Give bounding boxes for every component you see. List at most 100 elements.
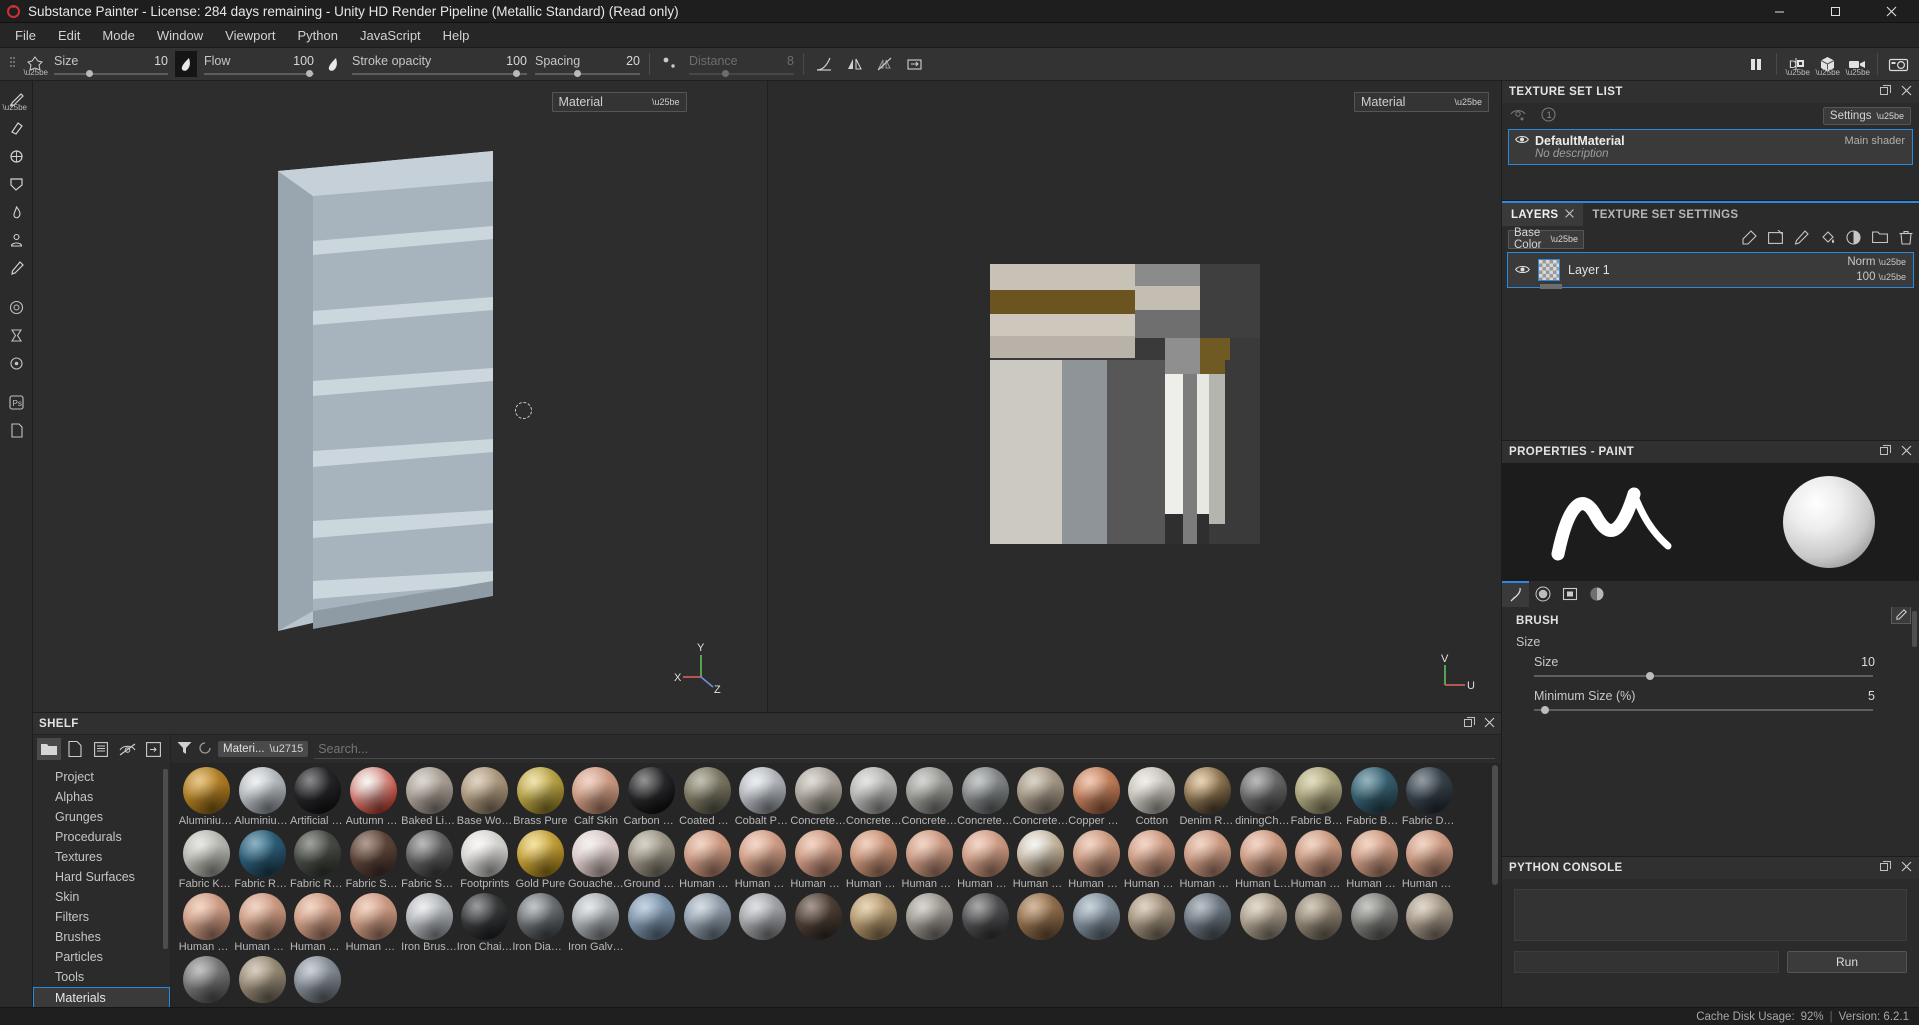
material-item[interactable]: Human Bell... <box>735 830 791 890</box>
material-item[interactable] <box>1235 893 1291 953</box>
material-item[interactable]: Human For... <box>1068 830 1124 890</box>
shelf-search-input[interactable] <box>314 739 1495 759</box>
material-item[interactable] <box>679 893 735 953</box>
material-item[interactable] <box>791 893 847 953</box>
material-item[interactable]: Fabric Knitt... <box>179 830 235 890</box>
shelf-close-icon[interactable] <box>1484 717 1495 731</box>
add-paint-layer-icon[interactable] <box>1794 230 1809 248</box>
material-item[interactable] <box>1069 893 1125 953</box>
add-fill-layer-icon[interactable] <box>1768 229 1783 248</box>
material-item[interactable]: Iron Diamo... <box>512 893 568 953</box>
layer-visibility-icon[interactable] <box>1515 263 1530 278</box>
symmetry-disabled-icon[interactable] <box>869 50 899 78</box>
brush-size-row[interactable]: Size 10 <box>1534 607 1911 680</box>
material-item[interactable]: Human Eye... <box>902 830 958 890</box>
layer-thumbnail[interactable] <box>1538 259 1560 281</box>
layer-row[interactable]: Layer 1 Norm \u25be 100 \u25be <box>1507 252 1914 289</box>
category-skin[interactable]: Skin <box>33 887 170 907</box>
material-item[interactable]: Autumn Leaf <box>346 767 402 827</box>
viewport-3d[interactable]: Material \u25be Y X Z <box>33 81 767 712</box>
material-item[interactable]: Fabric Suit ... <box>401 830 457 890</box>
tool-smudge-icon[interactable] <box>3 199 29 225</box>
tool-geometry-fill-icon[interactable] <box>3 171 29 197</box>
material-item[interactable]: Human Ch... <box>846 830 902 890</box>
menu-help[interactable]: Help <box>432 25 481 46</box>
material-item[interactable] <box>1180 893 1236 953</box>
viewport-cube-icon[interactable]: \u25be <box>1812 50 1842 78</box>
material-item[interactable]: Fabric Bam... <box>1291 767 1347 827</box>
category-hard-surfaces[interactable]: Hard Surfaces <box>33 867 170 887</box>
symmetry-curve-icon[interactable] <box>809 50 839 78</box>
material-item[interactable]: Aluminium ... <box>234 767 290 827</box>
stroke-opacity-slider[interactable]: Stroke opacity 100 <box>352 49 527 79</box>
material-item[interactable]: Footprints <box>457 830 513 890</box>
python-console-input[interactable] <box>1514 951 1779 973</box>
material-item[interactable]: Human Bu... <box>790 830 846 890</box>
material-item[interactable]: Concrete D... <box>902 767 958 827</box>
menu-javascript[interactable]: JavaScript <box>349 25 432 46</box>
viewport-2d-shader-select[interactable]: Material \u25be <box>1354 92 1489 112</box>
material-item[interactable]: diningChair... <box>1235 767 1291 827</box>
delete-layer-icon[interactable] <box>1899 230 1913 248</box>
shelf-hide-icon[interactable] <box>115 738 139 760</box>
tab-layers-close-icon[interactable] <box>1565 208 1575 221</box>
material-item[interactable]: Human Fe... <box>1013 830 1069 890</box>
material-item[interactable]: Concrete Si... <box>957 767 1013 827</box>
shelf-float-icon[interactable] <box>1464 716 1475 731</box>
tab-texture-set-settings[interactable]: TEXTURE SET SETTINGS <box>1583 203 1747 226</box>
category-grunges[interactable]: Grunges <box>33 807 170 827</box>
camera-video-icon[interactable]: \u25be <box>1842 50 1872 78</box>
material-item[interactable]: Brass Pure <box>513 767 569 827</box>
material-item[interactable]: Fabric Base... <box>1346 767 1402 827</box>
python-run-button[interactable]: Run <box>1787 951 1907 973</box>
material-item[interactable] <box>290 956 346 1004</box>
material-item[interactable]: Human He... <box>1179 830 1235 890</box>
tool-eraser-icon[interactable] <box>3 115 29 141</box>
shelf-import-icon[interactable] <box>141 738 165 760</box>
category-particles[interactable]: Particles <box>33 947 170 967</box>
drag-handle-icon[interactable] <box>4 50 20 78</box>
material-item[interactable]: Human Bac... <box>679 830 735 890</box>
add-folder-icon[interactable] <box>1872 230 1888 248</box>
symmetry-mirror-icon[interactable] <box>839 50 869 78</box>
channel-select[interactable]: Base Color \u25be <box>1508 227 1584 251</box>
spacing-slider[interactable]: Spacing 20 <box>535 49 640 79</box>
tool-projection-icon[interactable] <box>3 143 29 169</box>
properties-scrollbar[interactable] <box>1912 611 1917 647</box>
add-effect-icon[interactable] <box>1742 230 1757 248</box>
material-item[interactable]: Aluminium ... <box>179 767 235 827</box>
python-console-close-icon[interactable] <box>1901 861 1912 875</box>
shelf-new-file-icon[interactable] <box>63 738 87 760</box>
material-item[interactable]: Calf Skin <box>568 767 624 827</box>
material-item[interactable] <box>1013 893 1069 953</box>
category-brushes[interactable]: Brushes <box>33 927 170 947</box>
minimize-button[interactable] <box>1751 0 1807 23</box>
viewport-3d-shader-select[interactable]: Material \u25be <box>551 92 687 112</box>
flow-tip-icon[interactable] <box>318 50 348 78</box>
material-item[interactable]: Ground Gra... <box>624 830 680 890</box>
material-item[interactable]: Coated Metal <box>679 767 735 827</box>
distance-slider[interactable]: Distance 8 <box>689 49 794 79</box>
material-item[interactable] <box>1346 893 1402 953</box>
pause-engine-icon[interactable] <box>1741 50 1771 78</box>
material-item[interactable]: Concrete S... <box>1013 767 1069 827</box>
filter-chip-remove-icon[interactable]: \u2715 <box>270 743 304 755</box>
visibility-all-icon[interactable] <box>1510 108 1527 124</box>
material-item[interactable] <box>902 893 958 953</box>
tab-layers[interactable]: LAYERS <box>1502 203 1584 226</box>
category-filters[interactable]: Filters <box>33 907 170 927</box>
material-item[interactable]: Fabric Deni... <box>1402 767 1458 827</box>
material-item[interactable]: Human No... <box>234 893 290 953</box>
category-materials[interactable]: Materials <box>33 987 170 1007</box>
category-project[interactable]: Project <box>33 767 170 787</box>
material-item[interactable]: Human Fac... <box>957 830 1013 890</box>
shelf-save-icon[interactable] <box>89 738 113 760</box>
export-photoshop-icon[interactable]: Ps <box>3 389 29 415</box>
material-item[interactable]: Carbon Fiber <box>624 767 680 827</box>
ptab-stencil-icon[interactable] <box>1556 581 1583 607</box>
texture-set-list-float-icon[interactable] <box>1880 85 1891 99</box>
tool-bake-icon[interactable] <box>3 322 29 348</box>
material-item[interactable]: Human Ne... <box>1346 830 1402 890</box>
filter-icon[interactable] <box>177 741 192 758</box>
category-textures[interactable]: Textures <box>33 847 170 867</box>
